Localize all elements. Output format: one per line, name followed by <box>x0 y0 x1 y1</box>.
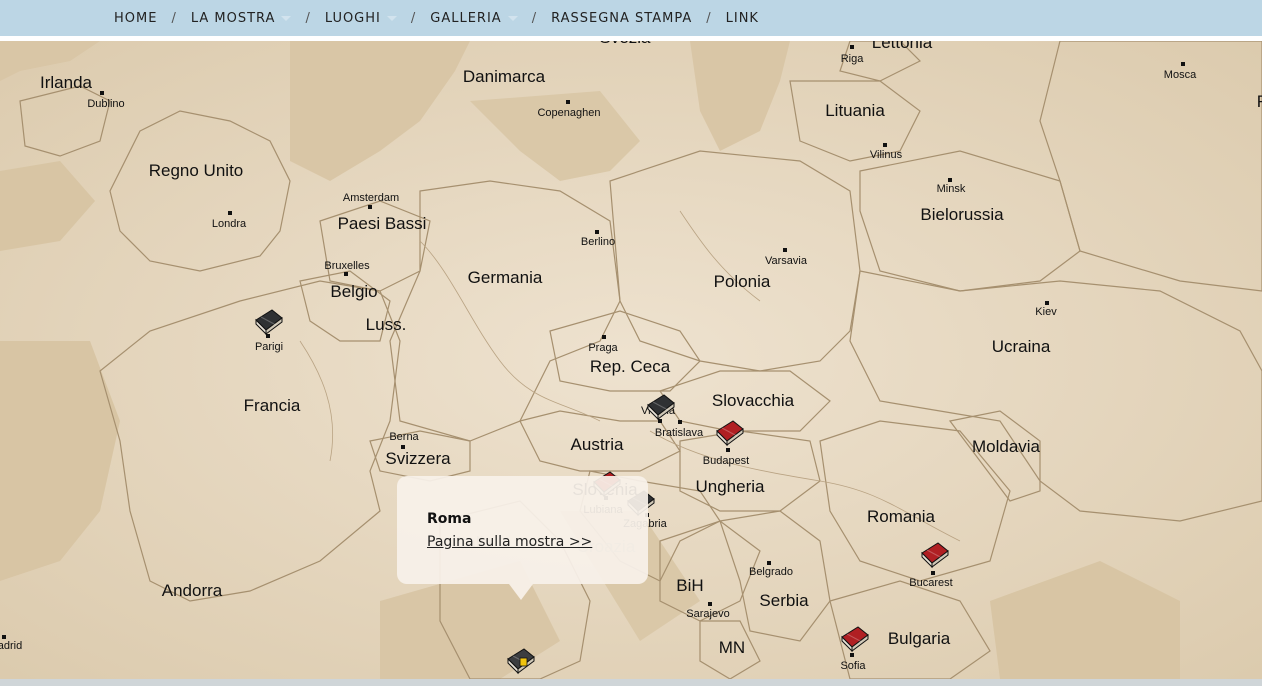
book-marker-icon[interactable] <box>252 306 284 338</box>
country-label: Svezia <box>599 41 650 48</box>
country-label: Bielorussia <box>920 205 1004 224</box>
city-dot-icon <box>783 248 787 252</box>
city-dot-icon <box>100 91 104 95</box>
nav-item-rassegna-stampa[interactable]: RASSEGNA STAMPA <box>551 11 692 26</box>
top-navigation: HOME / LA MOSTRA / LUOGHI / GALLERIA / R… <box>0 0 1262 36</box>
country-label: Polonia <box>713 272 771 291</box>
city-label: Copenaghen <box>537 107 601 119</box>
nav-separator: / <box>305 10 311 26</box>
nav-separator: / <box>171 10 177 26</box>
country-label: Luss. <box>365 315 407 334</box>
nav-separator: / <box>410 10 417 26</box>
city-dot-icon <box>595 230 599 234</box>
city-label: Berna <box>389 431 419 443</box>
country-label: Belgio <box>330 282 378 301</box>
city-label: Mosca <box>1163 69 1197 81</box>
nav-item-galleria[interactable]: GALLERIA <box>430 11 501 26</box>
city-dot-icon <box>850 45 854 49</box>
country-label: Germania <box>467 268 543 287</box>
country-label: Moldavia <box>971 437 1041 456</box>
city-label: Kiev <box>1035 306 1057 318</box>
city-label: adrid <box>0 640 23 652</box>
chevron-down-icon <box>507 15 518 21</box>
city-dot-icon <box>1181 62 1185 66</box>
country-label: Ucraina <box>991 337 1051 356</box>
city-label: Amsterdam <box>342 192 400 204</box>
country-label: Austria <box>570 435 624 454</box>
country-label: BiH <box>676 576 704 595</box>
country-label: Svizzera <box>385 449 451 468</box>
popup-title: Roma <box>427 511 472 527</box>
city-label: Dublino <box>87 98 125 110</box>
city-dot-icon <box>401 445 405 449</box>
city-label: Bucarest <box>909 577 953 589</box>
country-label: Bulgaria <box>887 629 951 648</box>
nav-item-luoghi[interactable]: LUOGHI <box>325 11 381 26</box>
city-label: Vilinus <box>869 149 903 161</box>
city-dot-icon <box>566 100 570 104</box>
country-label: Irlanda <box>40 73 92 92</box>
country-label: F <box>1257 92 1262 112</box>
country-label: Lettonia <box>871 41 933 52</box>
country-label: Lituania <box>825 101 885 120</box>
book-marker-icon[interactable] <box>644 391 676 423</box>
city-dot-icon <box>344 272 348 276</box>
city-dot-icon <box>602 335 606 339</box>
nav-item-link[interactable]: LINK <box>726 11 759 26</box>
city-label: Belgrado <box>748 566 794 578</box>
nav-separator: / <box>531 10 538 26</box>
country-label: Andorra <box>161 581 223 600</box>
bottom-scrollbar[interactable] <box>0 679 1262 686</box>
city-dot-icon <box>1045 301 1049 305</box>
nav-separator: / <box>706 10 712 26</box>
city-dot-icon <box>678 420 682 424</box>
city-label: Riga <box>840 53 864 65</box>
book-marker-icon[interactable] <box>838 623 870 655</box>
nav-item-home[interactable]: HOME <box>114 11 157 26</box>
nav-menu: HOME / LA MOSTRA / LUOGHI / GALLERIA / R… <box>114 0 759 36</box>
book-marker-icon[interactable] <box>713 417 745 449</box>
country-label: Serbia <box>759 591 809 610</box>
city-dot-icon <box>2 635 6 639</box>
nav-item-la-mostra[interactable]: LA MOSTRA <box>191 11 276 26</box>
country-label: Romania <box>866 507 936 526</box>
city-label: Varsavia <box>765 255 807 267</box>
country-label: Francia <box>243 396 301 415</box>
country-label: Danimarca <box>462 67 546 86</box>
chevron-down-icon <box>281 15 292 21</box>
city-dot-icon <box>368 205 372 209</box>
city-label: Londra <box>211 218 247 230</box>
city-label: Budapest <box>702 455 750 467</box>
country-label: MN <box>718 638 746 657</box>
country-label: Slovacchia <box>711 391 795 410</box>
city-dot-icon <box>767 561 771 565</box>
country-label: Regno Unito <box>148 161 244 180</box>
book-marker-icon[interactable] <box>504 645 536 677</box>
map-popup: Roma Pagina sulla mostra >> <box>397 476 648 600</box>
chevron-down-icon <box>386 15 397 21</box>
city-label: Sofia <box>840 660 866 672</box>
city-label: Bratislava <box>654 427 704 439</box>
city-dot-icon <box>931 571 935 575</box>
city-label: Praga <box>588 342 618 354</box>
city-dot-icon <box>948 178 952 182</box>
city-dot-icon <box>883 143 887 147</box>
city-label: Bruxelles <box>324 260 370 272</box>
city-label: Parigi <box>254 341 284 353</box>
country-label: Paesi Bassi <box>337 214 427 233</box>
country-label: Ungheria <box>695 477 765 496</box>
city-label: Sarajevo <box>686 608 730 620</box>
city-dot-icon <box>708 602 712 606</box>
popup-exhibit-link[interactable]: Pagina sulla mostra >> <box>427 534 592 550</box>
city-label: Minsk <box>936 183 966 195</box>
city-dot-icon <box>228 211 232 215</box>
country-label: Rep. Ceca <box>589 357 671 376</box>
city-label: Berlino <box>580 236 616 248</box>
book-marker-icon[interactable] <box>918 539 950 571</box>
